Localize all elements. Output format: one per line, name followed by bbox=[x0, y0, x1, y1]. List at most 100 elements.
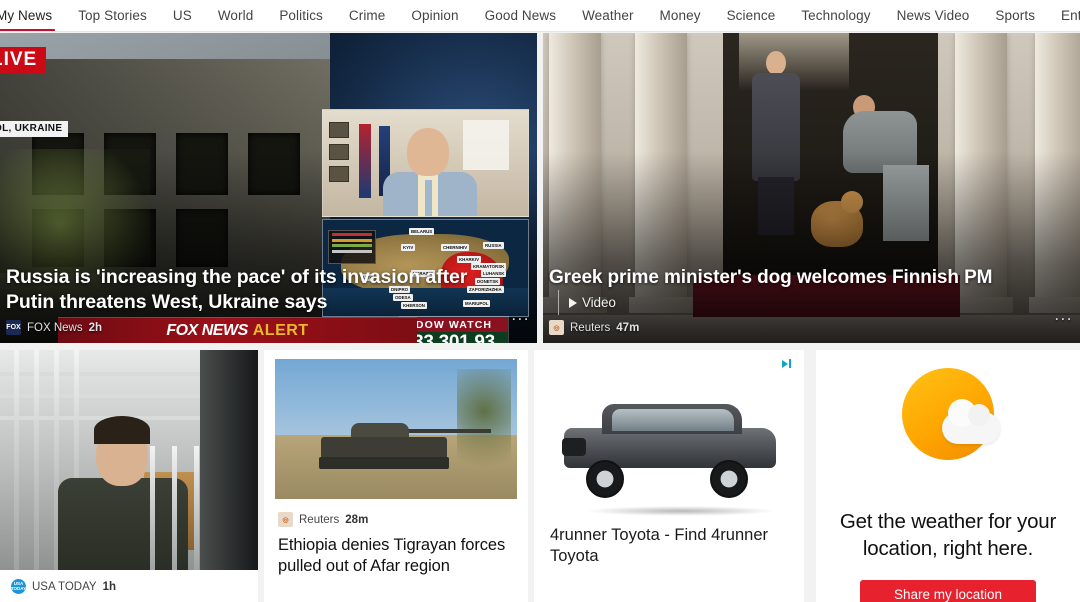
nav-label: Entertainment bbox=[1061, 7, 1080, 23]
nav-item-us[interactable]: US bbox=[160, 0, 205, 31]
hero-source-row: FOX FOX News 2h bbox=[6, 320, 497, 335]
card-headline[interactable]: Ethiopia denies Tigrayan forces pulled o… bbox=[278, 535, 514, 577]
adchoices-icon[interactable] bbox=[782, 358, 796, 369]
nav-item-world[interactable]: World bbox=[205, 0, 267, 31]
person-tie bbox=[425, 180, 432, 216]
play-icon bbox=[569, 297, 577, 308]
hero-card-russia-invasion[interactable]: LIVE OL, UKRAINE bbox=[0, 33, 537, 343]
fox-logo-text: FOX bbox=[6, 324, 21, 331]
map-label: RUSSIA bbox=[483, 242, 504, 250]
broadcast-location-caption: OL, UKRAINE bbox=[0, 121, 69, 137]
nav-item-technology[interactable]: Technology bbox=[788, 0, 883, 31]
nav-label: Politics bbox=[279, 7, 323, 23]
reuters-logo-icon: ◎ bbox=[549, 320, 564, 335]
more-options-icon[interactable]: ... bbox=[1054, 306, 1073, 323]
nav-label: Sports bbox=[995, 7, 1036, 23]
card-timestamp: 1h bbox=[102, 580, 116, 593]
picture-frame bbox=[329, 166, 349, 182]
more-options-icon[interactable]: ... bbox=[511, 306, 530, 323]
hero-source-name: Reuters bbox=[570, 321, 611, 334]
nav-label: Money bbox=[659, 7, 701, 23]
nav-label: World bbox=[217, 7, 254, 23]
nav-label: US bbox=[172, 7, 192, 23]
video-label: Video bbox=[582, 295, 616, 310]
hero-row: LIVE OL, UKRAINE bbox=[0, 33, 1080, 343]
nav-item-news-video[interactable]: News Video bbox=[884, 0, 983, 31]
card-weather-location-prompt[interactable]: Get the weather for your location, right… bbox=[816, 350, 1080, 602]
hero-source-name: FOX News bbox=[27, 321, 83, 334]
ad-headline[interactable]: 4runner Toyota - Find 4runner Toyota bbox=[550, 525, 790, 567]
nav-item-crime[interactable]: Crime bbox=[336, 0, 399, 31]
card-meta: ◎ Reuters 28m Ethiopia denies Tigrayan f… bbox=[264, 512, 528, 577]
nav-item-sports[interactable]: Sports bbox=[982, 0, 1048, 31]
category-navbar[interactable]: My News Top Stories US World Politics Cr… bbox=[0, 0, 1080, 32]
hero-text-block: Russia is 'increasing the pace' of its i… bbox=[6, 265, 497, 335]
nav-item-weather[interactable]: Weather bbox=[569, 0, 646, 31]
tank-hull bbox=[321, 437, 447, 459]
adchoices-bar bbox=[789, 359, 791, 368]
hero-card-greek-pm-dog[interactable]: Greek prime minister's dog welcomes Finn… bbox=[543, 33, 1080, 343]
map-label: CHERNIHIV bbox=[441, 244, 470, 252]
cell-frame-dark bbox=[200, 350, 258, 570]
sun-cloud-icon bbox=[896, 364, 1000, 468]
nav-label: Opinion bbox=[411, 7, 459, 23]
hero-headline[interactable]: Russia is 'increasing the pace' of its i… bbox=[6, 265, 497, 315]
vehicle-wheel bbox=[586, 460, 624, 498]
hero-timestamp: 47m bbox=[616, 321, 640, 334]
reuters-logo-icon: ◎ bbox=[278, 512, 293, 527]
usa-today-logo-text: USA TODAY bbox=[11, 581, 26, 591]
vehicle-grille bbox=[562, 438, 586, 456]
adchoices-triangle bbox=[782, 359, 788, 368]
vehicle-wheel bbox=[710, 460, 748, 498]
card-source-row: ◎ Reuters 28m bbox=[278, 512, 514, 527]
nav-item-my-news[interactable]: My News bbox=[0, 0, 65, 31]
usa-today-logo-icon: USA TODAY bbox=[11, 579, 26, 594]
picture-frame bbox=[329, 122, 349, 138]
vehicle-shadow bbox=[586, 506, 776, 516]
card-usa-today-article[interactable]: USA TODAY USA TODAY 1h bbox=[0, 350, 258, 602]
fox-news-logo-icon: FOX bbox=[6, 320, 21, 335]
nav-label: Top Stories bbox=[78, 7, 147, 23]
nav-label: Technology bbox=[801, 7, 871, 23]
nav-label: Good News bbox=[484, 7, 557, 23]
interview-inset bbox=[322, 109, 529, 217]
hero-timestamp: 2h bbox=[88, 321, 103, 334]
card-photo-tank bbox=[275, 359, 517, 499]
card-source-row: USA TODAY USA TODAY 1h bbox=[11, 579, 247, 594]
nav-item-opinion[interactable]: Opinion bbox=[398, 0, 471, 31]
card-row: USA TODAY USA TODAY 1h ◎ Reuters 28m Eth… bbox=[0, 350, 1080, 602]
card-source-name: Reuters bbox=[299, 513, 340, 526]
ad-image-suv bbox=[534, 376, 804, 516]
weather-card-inner: Get the weather for your location, right… bbox=[816, 350, 1080, 602]
map-label: KYIV bbox=[401, 244, 416, 252]
nav-item-money[interactable]: Money bbox=[647, 0, 714, 31]
nav-item-politics[interactable]: Politics bbox=[266, 0, 336, 31]
card-meta: USA TODAY USA TODAY 1h bbox=[0, 579, 258, 594]
picture-frame bbox=[329, 144, 349, 160]
card-advertisement-toyota[interactable]: 4runner Toyota - Find 4runner Toyota bbox=[534, 350, 804, 602]
vehicle-windows bbox=[612, 409, 734, 431]
card-ethiopia-article[interactable]: ◎ Reuters 28m Ethiopia denies Tigrayan f… bbox=[264, 350, 528, 602]
nav-label: Weather bbox=[582, 7, 634, 23]
news-homepage: My News Top Stories US World Politics Cr… bbox=[0, 0, 1080, 602]
person-body bbox=[58, 478, 188, 570]
hero-headline[interactable]: Greek prime minister's dog welcomes Finn… bbox=[549, 265, 1040, 315]
nav-item-science[interactable]: Science bbox=[714, 0, 789, 31]
cloud-icon bbox=[942, 399, 1000, 444]
nav-item-entertainment[interactable]: Entertainment bbox=[1048, 0, 1080, 31]
nav-item-good-news[interactable]: Good News bbox=[472, 0, 569, 31]
map-legend bbox=[328, 230, 376, 264]
card-timestamp: 28m bbox=[345, 513, 369, 526]
nav-label: Crime bbox=[348, 7, 386, 23]
map-label: BELARUS bbox=[409, 228, 435, 236]
tank-tracks bbox=[319, 457, 449, 469]
live-badge: LIVE bbox=[0, 47, 47, 73]
toyota-4runner-illustration bbox=[562, 402, 776, 516]
hero-source-row: ◎ Reuters 47m bbox=[549, 320, 1040, 335]
weather-prompt-text: Get the weather for your location, right… bbox=[839, 510, 1057, 560]
share-location-button[interactable]: Share my location bbox=[860, 580, 1036, 602]
us-flag bbox=[359, 124, 371, 198]
nav-item-top-stories[interactable]: Top Stories bbox=[65, 0, 160, 31]
video-badge[interactable]: Video bbox=[558, 290, 616, 315]
nav-label: My News bbox=[0, 7, 53, 23]
